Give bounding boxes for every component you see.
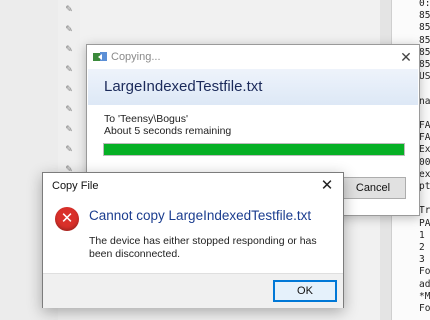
editor-line: Fo [419, 303, 430, 314]
editor-line: Tr [419, 205, 430, 217]
copying-header: LargeIndexedTestfile.txt [88, 69, 418, 105]
editor-line: *M [419, 290, 430, 302]
copy-destination: To 'Teensy\Bogus' [104, 113, 188, 125]
editor-line: ad [419, 278, 430, 290]
editor-line: FA [419, 120, 430, 131]
editor-line: 85 [419, 22, 430, 34]
copy-progress-bar [103, 143, 405, 156]
editor-line: Fo [419, 266, 430, 278]
editor-line: PA [419, 217, 430, 229]
copying-file-name: LargeIndexedTestfile.txt [104, 78, 263, 95]
editor-line: 3 [419, 254, 425, 266]
copy-progress-fill [104, 144, 404, 155]
copy-file-error-dialog: Copy File ✕ ✕ Cannot copy LargeIndexedTe… [42, 172, 344, 308]
editor-line: 85 [419, 10, 430, 22]
close-icon[interactable]: ✕ [318, 177, 336, 195]
x-glyph-icon: ✕ [60, 210, 74, 227]
pin-icon[interactable]: ✎ [64, 84, 74, 94]
editor-line: 85 [419, 59, 430, 70]
error-message: The device has either stopped responding… [89, 235, 317, 260]
editor-line: 85 [419, 46, 430, 58]
editor-line: ex [419, 168, 430, 180]
copying-title: Copying... [111, 51, 161, 63]
editor-line: 0: [419, 0, 430, 9]
error-heading: Cannot copy LargeIndexedTestfile.txt [89, 208, 312, 223]
editor-line: na [419, 95, 430, 107]
pin-icon[interactable]: ✎ [64, 104, 74, 114]
pin-icon[interactable]: ✎ [64, 4, 74, 14]
error-x-icon: ✕ [55, 207, 79, 231]
time-remaining: About 5 seconds remaining [104, 125, 232, 137]
editor-line: 2 [419, 242, 425, 253]
error-dialog-footer: OK [43, 273, 343, 308]
editor-line: 85 [419, 34, 430, 46]
editor-line: FA [419, 132, 430, 144]
editor-line: Ex [419, 144, 430, 156]
editor-line: US [419, 71, 430, 83]
editor-line: 1 [419, 229, 425, 241]
ok-button[interactable]: OK [273, 280, 337, 302]
pin-icon[interactable]: ✎ [64, 24, 74, 34]
pin-icon[interactable]: ✎ [64, 124, 74, 134]
editor-line: pt [419, 181, 430, 192]
editor-line: 00 [419, 156, 430, 168]
error-dialog-title: Copy File [52, 180, 99, 192]
pin-icon[interactable]: ✎ [64, 44, 74, 54]
close-icon[interactable]: ✕ [397, 48, 415, 66]
pin-icon[interactable]: ✎ [64, 64, 74, 74]
copying-titlebar: Copying... ✕ [87, 45, 419, 69]
copy-files-icon [93, 52, 107, 61]
pin-icon[interactable]: ✎ [64, 144, 74, 154]
cancel-button[interactable]: Cancel [340, 177, 406, 199]
